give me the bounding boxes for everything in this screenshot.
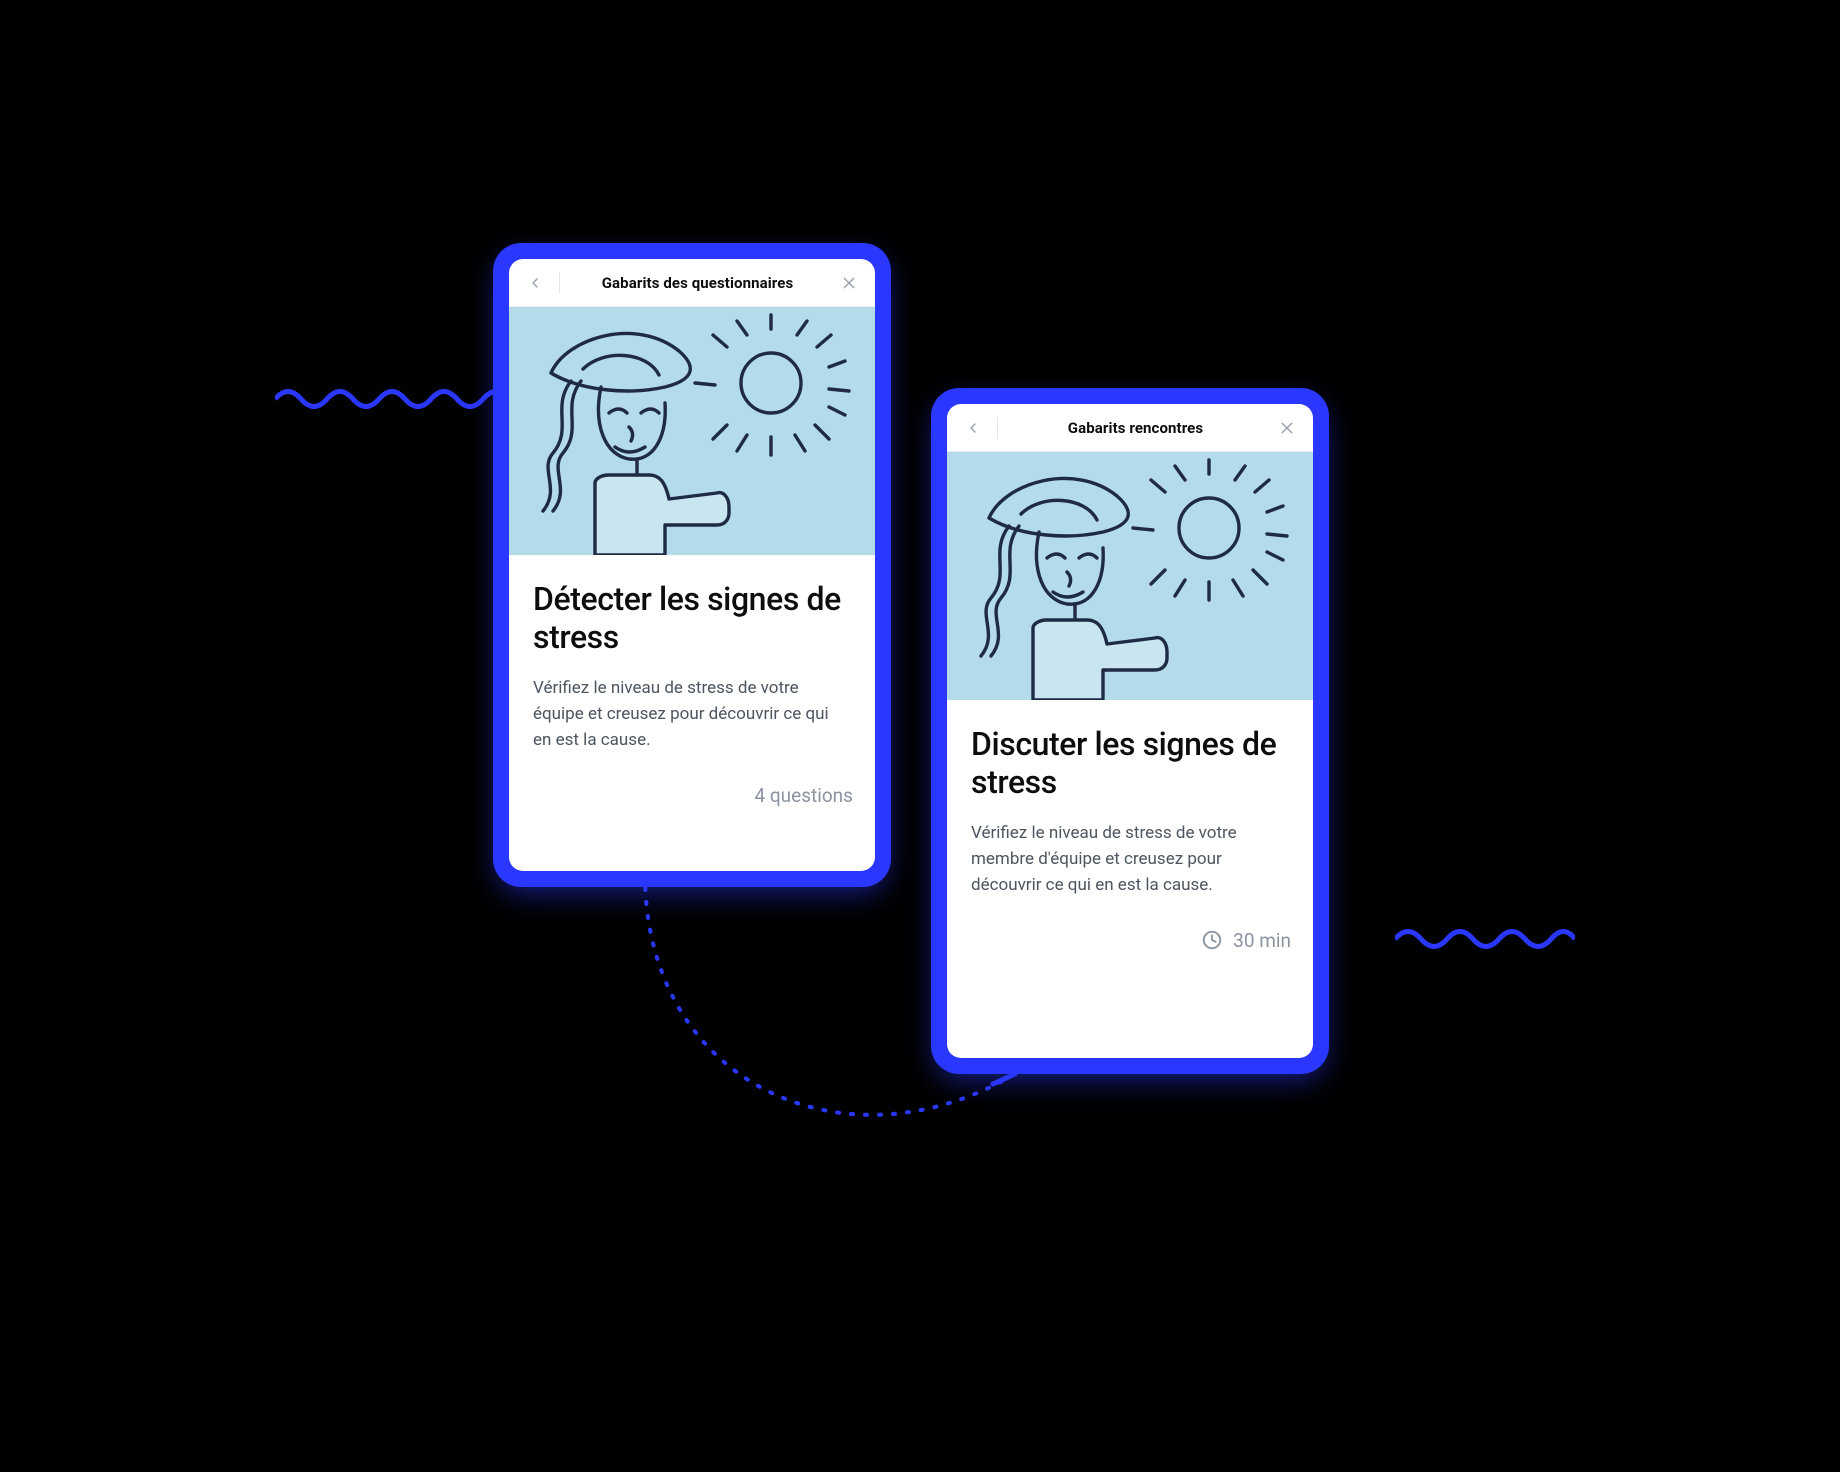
close-icon [1279,420,1295,436]
header-divider [997,417,998,439]
close-button[interactable] [833,267,865,299]
card-meeting-template[interactable]: Gabarits rencontres [947,404,1313,1058]
chevron-left-icon [527,275,543,291]
card-questionnaire-template[interactable]: Gabarits des questionnaires [509,259,875,871]
wave-decoration-right [1395,924,1575,954]
card-title: Discuter les signes de stress [971,726,1289,802]
card-illustration [509,307,875,555]
chevron-left-icon [965,420,981,436]
header-title: Gabarits rencontres [1006,419,1265,437]
question-count-label: 4 questions [754,784,853,807]
card-title: Détecter les signes de stress [533,581,851,657]
close-icon [841,275,857,291]
card-description: Vérifiez le niveau de stress de votre éq… [533,675,851,754]
header-divider [559,272,560,294]
card-illustration [947,452,1313,700]
wave-decoration-left [275,384,535,414]
header-title: Gabarits des questionnaires [568,274,827,292]
back-button[interactable] [957,412,989,444]
duration-label: 30 min [1233,929,1291,952]
back-button[interactable] [519,267,551,299]
clock-icon [1201,929,1223,951]
card-description: Vérifiez le niveau de stress de votre me… [971,820,1289,899]
close-button[interactable] [1271,412,1303,444]
